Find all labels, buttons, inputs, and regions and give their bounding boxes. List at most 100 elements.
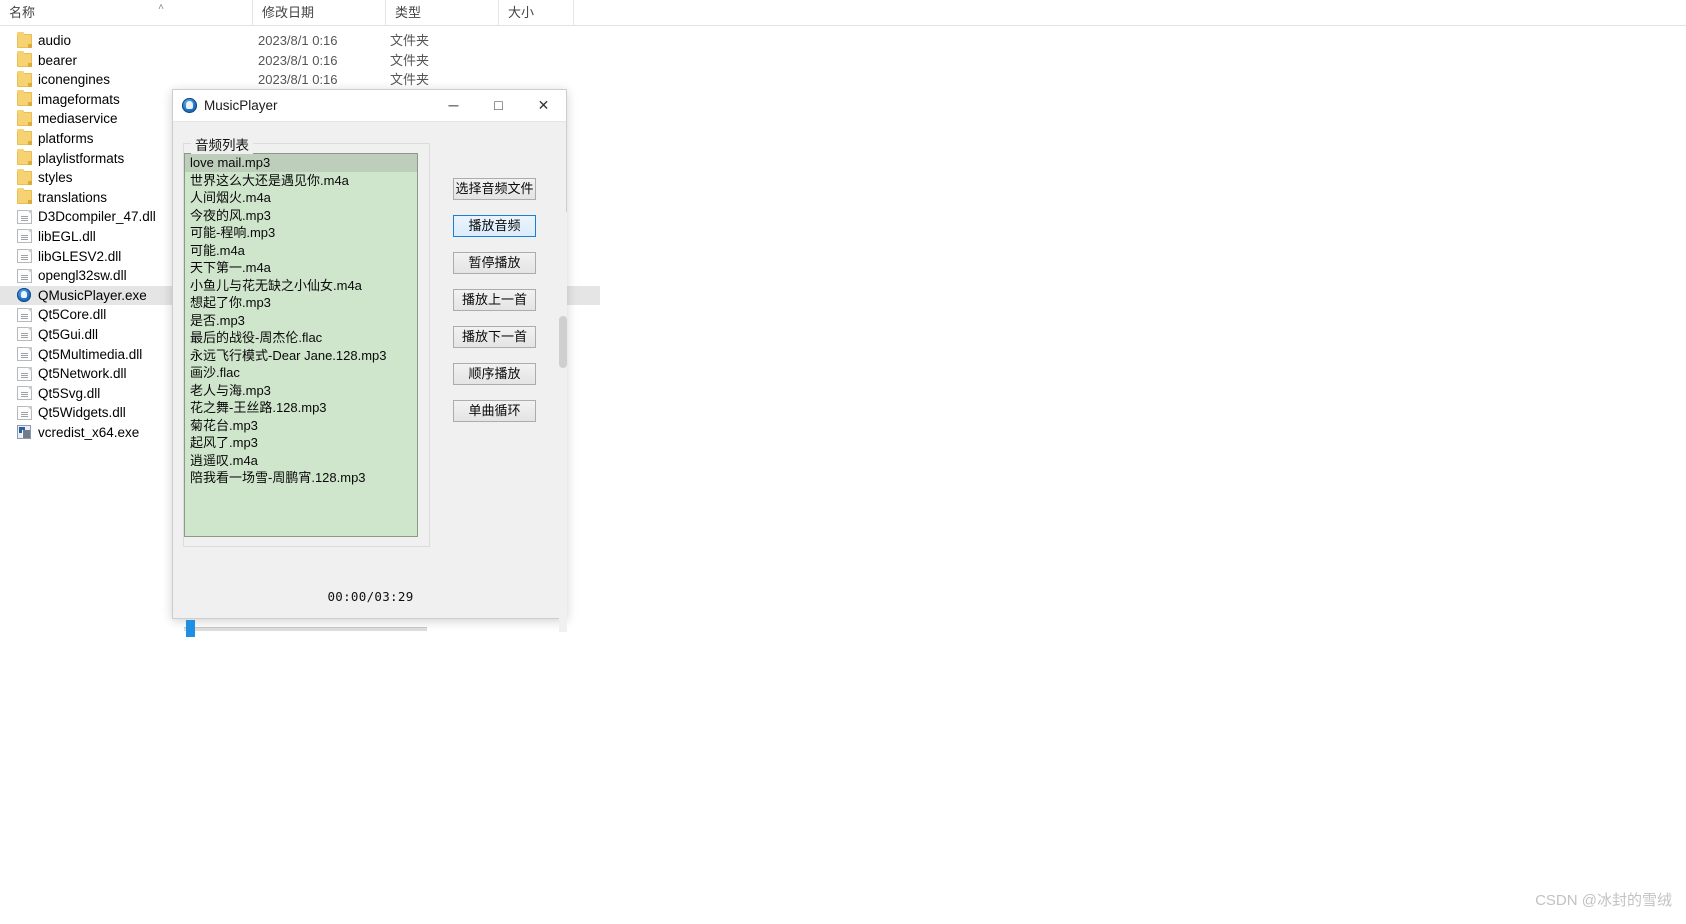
folder-icon [17,90,32,107]
playlist-item[interactable]: 可能.m4a [185,242,417,260]
file-name: Qt5Widgets.dll [38,405,126,421]
folder-icon [17,31,32,48]
file-name: Qt5Core.dll [38,307,107,323]
file-row[interactable]: bearer 2023/8/1 0:16 文件夹 [0,51,600,71]
playlist-item[interactable]: 小鱼儿与花无缺之小仙女.m4a [185,277,417,295]
playlist-item[interactable]: 老人与海.mp3 [185,382,417,400]
dll-file-icon [17,405,32,420]
folder-icon [17,129,32,146]
select-audio-file-button[interactable]: 选择音频文件 [453,178,536,200]
playlist-item[interactable]: 花之舞-王丝路.128.mp3 [185,399,417,417]
column-header-name-label: 名称 [9,5,36,20]
file-name: bearer [38,52,78,68]
play-audio-button[interactable]: 播放音频 [453,215,536,237]
dll-file-icon [17,209,32,224]
folder-icon [17,70,32,87]
close-button[interactable]: ✕ [521,90,566,121]
single-loop-button[interactable]: 单曲循环 [453,400,536,422]
sort-ascending-icon: ˄ [158,2,164,13]
file-name: Qt5Svg.dll [38,385,101,401]
file-name: libGLESV2.dll [38,248,122,264]
file-modified-date: 2023/8/1 0:16 [258,52,338,68]
column-header-size[interactable]: 大小 [499,0,574,25]
file-type: 文件夹 [390,72,430,88]
maximize-button[interactable]: □ [476,90,521,121]
dll-file-icon [17,386,32,401]
audio-playlist[interactable]: love mail.mp3 世界这么大还是遇见你.m4a 人间烟火.m4a 今夜的风.… [184,153,418,537]
progress-slider-handle[interactable] [186,620,195,637]
playlist-item[interactable]: 人间烟火.m4a [185,189,417,207]
progress-slider-groove [184,627,427,631]
playlist-item[interactable]: 画沙.flac [185,364,417,382]
playlist-scrollbar[interactable] [559,212,567,632]
exe-app-icon [17,288,31,303]
column-header-name[interactable]: 名称 ˄ [0,0,253,25]
file-name: Qt5Gui.dll [38,326,99,342]
dll-file-icon [17,347,32,361]
file-name: opengl32sw.dll [38,268,127,284]
playlist-item[interactable]: 陪我看一场雪-周鹏宵.128.mp3 [185,469,417,487]
folder-icon [17,168,32,185]
playlist-item[interactable]: 世界这么大还是遇见你.m4a [185,172,417,190]
play-previous-button[interactable]: 播放上一首 [453,289,536,311]
file-row[interactable]: audio 2023/8/1 0:16 文件夹 [0,31,600,51]
folder-icon [17,109,32,126]
sequential-play-button[interactable]: 顺序播放 [453,363,536,385]
csdn-watermark: CSDN @冰封的雪绒 [1535,892,1672,909]
dll-file-icon [17,366,32,381]
folder-icon [17,51,32,68]
file-type: 文件夹 [390,52,430,68]
playlist-item[interactable]: 逍遥叹.m4a [185,452,417,470]
pause-playback-button[interactable]: 暂停播放 [453,252,536,274]
file-name: audio [38,33,72,48]
file-name: QMusicPlayer.exe [38,287,147,303]
player-content: 音频列表 love mail.mp3 世界这么大还是遇见你.m4a 人间烟火.m4a… [173,122,567,637]
playlist-item[interactable]: 菊花台.mp3 [185,417,417,435]
file-name: Qt5Network.dll [38,366,127,382]
file-name: D3Dcompiler_47.dll [38,209,156,225]
dll-file-icon [17,249,32,264]
play-next-button[interactable]: 播放下一首 [453,326,536,348]
folder-icon [17,149,32,166]
file-name: Qt5Multimedia.dll [38,346,143,362]
playlist-item[interactable]: 可能-程响.mp3 [185,224,417,242]
installer-icon [17,425,31,440]
dll-file-icon [17,307,32,322]
playlist-item[interactable]: 想起了你.mp3 [185,294,417,312]
file-modified-date: 2023/8/1 0:16 [258,72,338,88]
file-name: imageformats [38,91,120,107]
dll-file-icon [17,327,32,342]
playlist-item[interactable]: 永远飞行模式-Dear Jane.128.mp3 [185,347,417,365]
file-type: 文件夹 [390,33,430,48]
playlist-scrollbar-thumb[interactable] [559,316,567,368]
file-name: vcredist_x64.exe [38,424,140,440]
file-name: iconengines [38,72,111,88]
playback-time-label: 00:00/03:29 [327,589,414,604]
explorer-column-header: 名称 ˄ 修改日期 类型 大小 [0,0,1686,26]
progress-slider[interactable] [184,618,427,638]
dll-file-icon [17,229,32,244]
player-window-title: MusicPlayer [204,98,278,113]
audio-list-group-title: 音频列表 [191,134,253,154]
minimize-button[interactable]: ─ [431,90,476,121]
player-title-bar[interactable]: MusicPlayer ─ □ ✕ [173,90,566,122]
playlist-item[interactable]: 今夜的风.mp3 [185,207,417,225]
playlist-item[interactable]: 最后的战役-周杰伦.flac [185,329,417,347]
playlist-item[interactable]: love mail.mp3 [185,154,417,172]
file-row[interactable]: iconengines 2023/8/1 0:16 文件夹 [0,70,600,90]
music-player-app-icon [182,98,197,113]
playlist-item[interactable]: 起风了.mp3 [185,434,417,452]
playlist-item[interactable]: 是否.mp3 [185,312,417,330]
dll-file-icon [17,268,32,283]
file-name: playlistformats [38,150,125,166]
file-modified-date: 2023/8/1 0:16 [258,33,338,48]
column-header-type[interactable]: 类型 [386,0,499,25]
file-name: libEGL.dll [38,228,96,244]
file-name: mediaservice [38,111,118,127]
file-name: translations [38,189,108,205]
playlist-item[interactable]: 天下第一.m4a [185,259,417,277]
column-header-date[interactable]: 修改日期 [253,0,386,25]
file-name: styles [38,170,73,186]
file-name: platforms [38,130,94,146]
folder-icon [17,188,32,205]
